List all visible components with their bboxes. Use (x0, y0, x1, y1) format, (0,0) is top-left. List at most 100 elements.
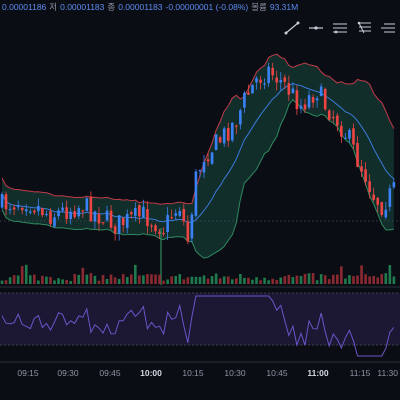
volume-bar (214, 273, 218, 284)
candle-body (182, 208, 186, 222)
volume-bar (226, 276, 230, 284)
volume-bar (388, 265, 392, 284)
volume-bar (230, 279, 234, 284)
volume-bar (97, 280, 101, 284)
candle-body (255, 78, 258, 83)
candle-body (53, 217, 56, 227)
price-chart[interactable]: 09:15 09:30 09:45 10:00 10:15 10:30 10:45 11:00… (0, 0, 400, 400)
candle-body (4, 194, 8, 210)
volume-bar (243, 277, 246, 284)
candle-body (138, 205, 141, 217)
volume-bar (113, 277, 117, 284)
candle-body (235, 125, 238, 127)
candle-body (210, 152, 214, 164)
candle-body (271, 67, 274, 76)
candle-body (368, 181, 371, 193)
volume-bar (279, 277, 283, 284)
candle-body (134, 208, 137, 216)
time-axis-label: 11:30 (377, 368, 398, 378)
candle-body (226, 127, 230, 141)
time-axis-label: 10:30 (224, 368, 246, 378)
volume-bar (295, 275, 299, 284)
ohlc-volume-label: 볼륨 (251, 2, 267, 12)
candle-body (311, 97, 315, 103)
chart-area[interactable]: 09:15 09:30 09:45 10:00 10:15 10:30 10:45 11:00… (0, 0, 400, 400)
candle-body (283, 77, 287, 82)
volume-bar (364, 274, 367, 284)
candle-body (69, 211, 72, 220)
candle-body (65, 207, 68, 219)
candle-body (45, 213, 48, 216)
candle-body (239, 110, 242, 125)
horizontal-line-tool-button[interactable] (306, 20, 326, 36)
candle-body (73, 211, 77, 218)
candle-body (340, 125, 343, 137)
volume-bar (4, 280, 8, 284)
candle-body (16, 206, 20, 208)
volume-bar (33, 274, 36, 284)
volume-bar (352, 276, 355, 284)
volume-bar (8, 277, 12, 284)
volume-bar (222, 276, 226, 284)
fib-tool-button[interactable] (354, 20, 374, 36)
candle-body (49, 211, 52, 224)
candle-body (125, 213, 129, 228)
volume-bar (235, 278, 238, 284)
volume-bar (331, 274, 335, 284)
candle-body (230, 122, 234, 141)
candle-body (162, 232, 165, 235)
volume-bar (186, 277, 190, 284)
candle-body (319, 86, 323, 97)
volume-bar (368, 276, 371, 284)
candle-body (93, 211, 97, 222)
volume-bar (239, 274, 242, 284)
volume-bar (275, 280, 279, 284)
volume-bar (380, 274, 384, 284)
time-axis-label: 10:45 (266, 368, 288, 378)
candle-body (388, 188, 392, 207)
time-axis-label: 10:00 (140, 368, 162, 378)
pitchfork-tool-icon (381, 23, 395, 33)
volume-bar (259, 280, 262, 284)
candle-body (206, 159, 210, 162)
volume-bar (73, 274, 77, 284)
candle-body (146, 209, 149, 227)
volume-bar (69, 280, 72, 284)
trendline-tool-button[interactable] (282, 20, 302, 36)
volume-bar (372, 275, 375, 284)
time-axis-label: 11:15 (350, 368, 371, 378)
volume-bar (41, 275, 44, 284)
volume-bar (392, 276, 396, 284)
volume-bar (271, 278, 274, 284)
candle-body (315, 98, 319, 101)
volume-bar (340, 266, 343, 284)
volume-bar (16, 275, 20, 284)
candle-body (12, 207, 16, 210)
volume-bar (142, 275, 145, 284)
volume-bar (307, 273, 311, 284)
candle-body (295, 90, 299, 110)
candle-body (247, 92, 250, 95)
parallel-channel-tool-button[interactable] (330, 20, 350, 36)
volume-bar (194, 276, 198, 284)
volume-bar (121, 274, 125, 284)
volume-bar (182, 279, 186, 284)
ohlc-low-label: 저 (49, 2, 58, 12)
candle-body (214, 134, 218, 151)
volume-bar (311, 273, 315, 284)
candle-body (372, 194, 375, 200)
time-axis-label: 10:15 (182, 368, 204, 378)
volume-bar (81, 267, 85, 284)
candle-body (97, 213, 101, 224)
volume-bar (61, 279, 64, 284)
ohlc-legend: 0.00001186 저 0.00001183 종 0.00001183 -0.… (0, 0, 300, 14)
candle-body (24, 209, 28, 212)
candle-body (376, 197, 380, 205)
candle-body (279, 79, 283, 83)
volume-bar (170, 276, 173, 284)
candle-body (331, 116, 335, 119)
time-axis-label: 11:00 (307, 368, 329, 378)
candle-body (186, 221, 190, 242)
pitchfork-tool-button[interactable] (378, 20, 398, 36)
volume-bar (162, 280, 165, 284)
